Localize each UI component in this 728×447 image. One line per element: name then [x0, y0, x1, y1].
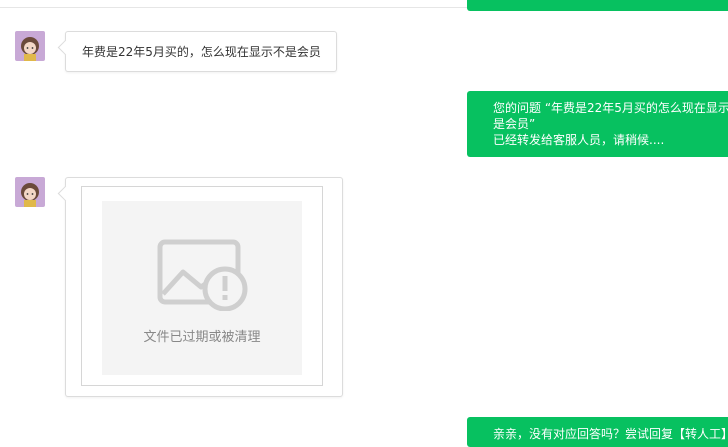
avatar-image	[15, 177, 45, 207]
previous-bot-message-bubble	[467, 0, 728, 11]
file-preview-frame[interactable]: 文件已过期或被清理	[81, 186, 323, 386]
bot-no-answer-message-bubble[interactable]: 亲亲，没有对应回答吗？尝试回复【转人工】	[467, 417, 728, 447]
bot-no-answer-message-text: 亲亲，没有对应回答吗？尝试回复【转人工】	[493, 427, 728, 441]
message-line: 已经转发给客服人员，请稍候....	[493, 133, 665, 147]
avatar-image	[15, 31, 45, 61]
file-expired-label: 文件已过期或被清理	[143, 330, 261, 345]
user-message-bubble[interactable]: 年费是22年5月买的，怎么现在显示不是会员	[65, 31, 337, 72]
user-avatar[interactable]	[15, 177, 45, 207]
file-placeholder: 文件已过期或被清理	[102, 201, 302, 375]
message-line: 是会员”	[493, 117, 536, 131]
bot-forwarded-message-text: 您的问题 “年费是22年5月买的怎么现在显示 是会员” 已经转发给客服人员，请稍…	[493, 100, 728, 148]
broken-image-icon	[157, 239, 248, 311]
user-avatar[interactable]	[15, 31, 45, 61]
message-line: 您的问题 “年费是22年5月买的怎么现在显示	[493, 101, 728, 115]
bot-forwarded-message-bubble[interactable]: 您的问题 “年费是22年5月买的怎么现在显示 是会员” 已经转发给客服人员，请稍…	[467, 91, 728, 157]
user-message-text: 年费是22年5月买的，怎么现在显示不是会员	[82, 45, 321, 59]
expired-file-message-bubble[interactable]: 文件已过期或被清理	[65, 177, 343, 397]
